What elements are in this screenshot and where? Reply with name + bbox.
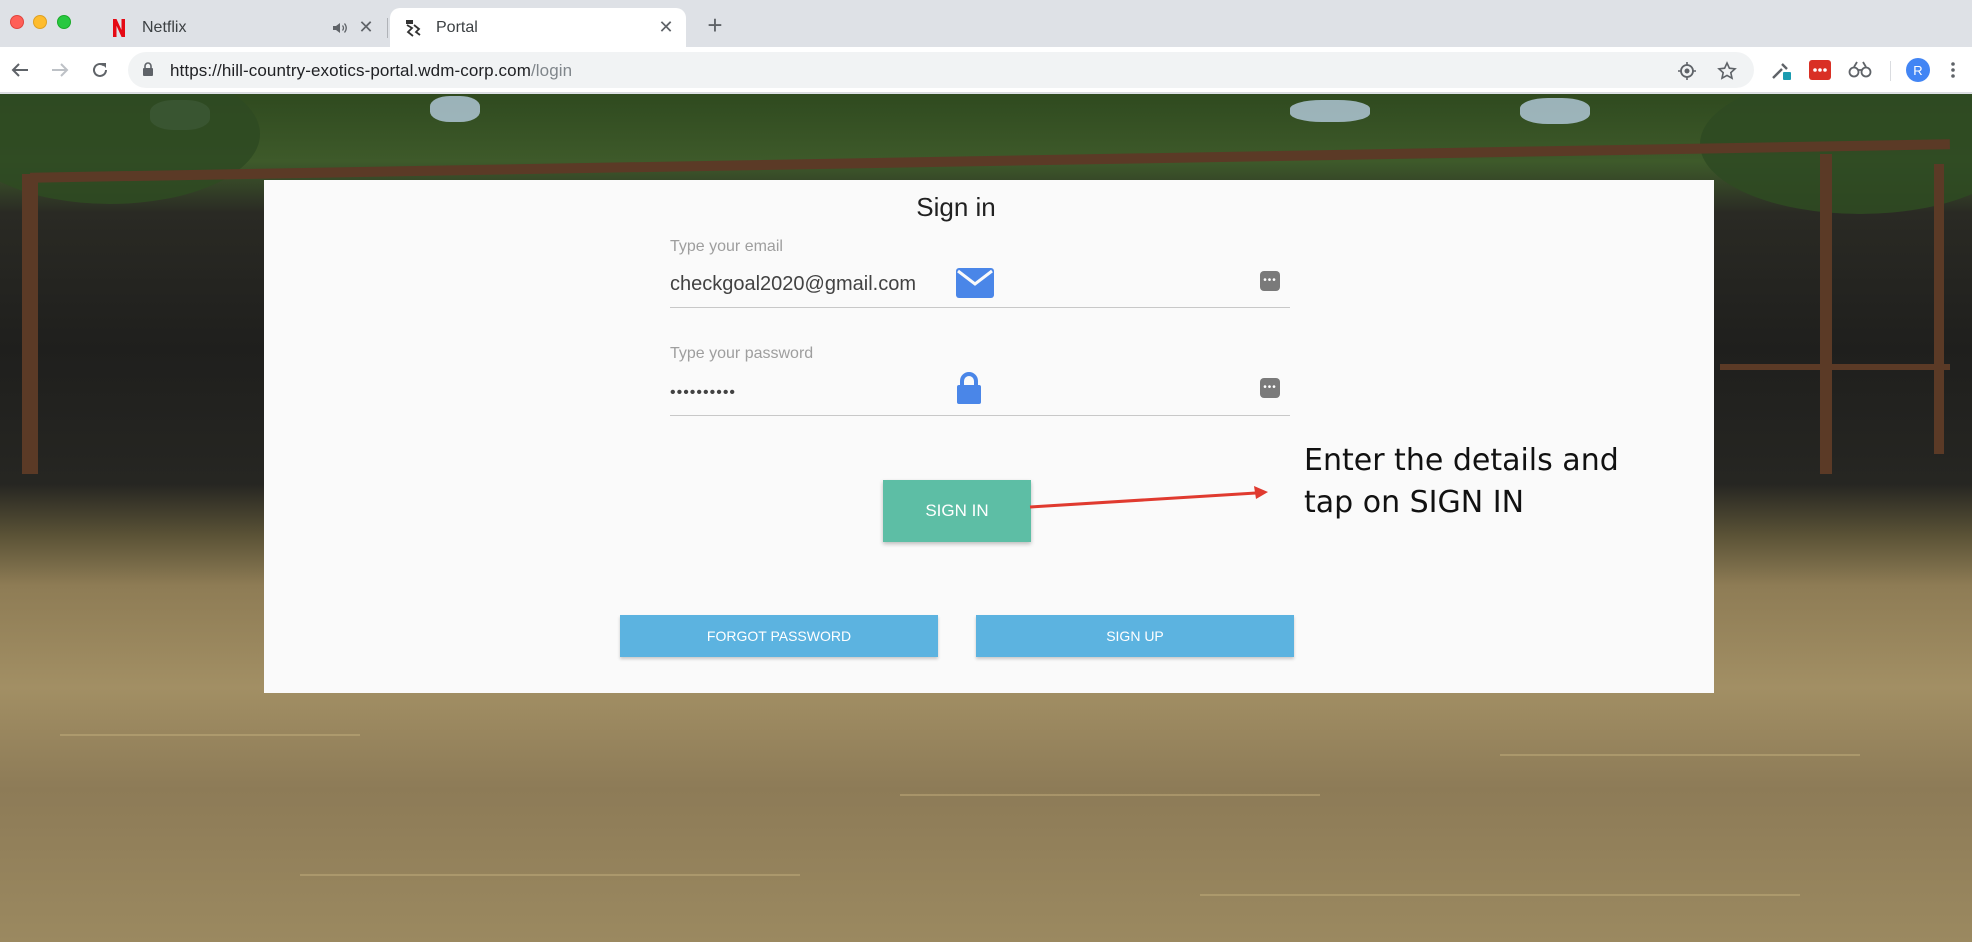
portal-logo-icon xyxy=(404,19,422,37)
close-tab-icon[interactable]: ✕ xyxy=(656,17,676,38)
speaker-icon[interactable] xyxy=(330,18,350,38)
annotation-line: Enter the details and xyxy=(1304,443,1619,478)
grass-texture xyxy=(60,734,360,736)
binoculars-extension-icon[interactable] xyxy=(1848,58,1872,82)
tab-strip: Netflix ✕ Portal ✕ + xyxy=(0,0,1972,47)
lock-icon xyxy=(956,372,982,404)
sky-patch xyxy=(430,96,480,122)
sign-in-button[interactable]: SIGN IN xyxy=(883,480,1031,542)
shelter-rail xyxy=(1720,364,1950,370)
netflix-n-icon xyxy=(110,18,128,37)
forgot-password-button[interactable]: FORGOT PASSWORD xyxy=(620,615,938,657)
shelter-post xyxy=(1820,154,1832,474)
annotation-text: Enter the details and tap on SIGN IN xyxy=(1304,440,1644,524)
tab-portal[interactable]: Portal ✕ xyxy=(390,8,686,47)
url-host: https://hill-country-exotics-portal.wdm-… xyxy=(170,61,531,80)
kebab-menu-icon[interactable] xyxy=(1946,58,1960,82)
back-arrow-icon[interactable] xyxy=(6,56,34,84)
tab-title: Portal xyxy=(436,18,478,36)
password-manager-extension-icon[interactable] xyxy=(1808,58,1832,82)
url-text: https://hill-country-exotics-portal.wdm-… xyxy=(170,61,572,81)
page-title: Sign in xyxy=(916,192,996,222)
sign-up-button[interactable]: SIGN UP xyxy=(976,615,1294,657)
grass-texture xyxy=(300,874,800,876)
toolbar-divider xyxy=(1890,61,1891,81)
reload-icon[interactable] xyxy=(86,56,114,84)
window-minimize-button[interactable] xyxy=(33,15,47,29)
shelter-post xyxy=(1934,164,1944,454)
address-bar[interactable]: https://hill-country-exotics-portal.wdm-… xyxy=(128,52,1754,88)
tree-foliage xyxy=(0,94,260,204)
grass-texture xyxy=(900,794,1320,796)
sky-patch xyxy=(1520,98,1590,124)
lock-icon[interactable] xyxy=(142,62,154,82)
url-path: /login xyxy=(530,61,573,80)
window-close-button[interactable] xyxy=(10,15,24,29)
close-tab-icon[interactable]: ✕ xyxy=(356,17,376,38)
sky-patch xyxy=(1290,100,1370,122)
new-tab-button[interactable]: + xyxy=(702,12,728,38)
envelope-icon xyxy=(956,268,994,298)
browser-toolbar: https://hill-country-exotics-portal.wdm-… xyxy=(0,47,1972,93)
password-manager-field-icon[interactable]: ••• xyxy=(1260,271,1280,291)
tab-divider xyxy=(387,18,388,38)
grass-texture xyxy=(1200,894,1800,896)
profile-avatar[interactable]: R xyxy=(1906,58,1930,82)
shelter-beam xyxy=(30,139,1950,183)
bookmark-star-icon[interactable] xyxy=(1716,60,1738,82)
login-card: Sign in Type your email ••• Type your pa… xyxy=(264,180,1714,693)
annotation-arrow xyxy=(1029,486,1268,509)
shelter-post xyxy=(22,174,38,474)
tree-foliage xyxy=(1700,94,1972,214)
dropper-extension-icon[interactable] xyxy=(1769,58,1793,82)
window-maximize-button[interactable] xyxy=(57,15,71,29)
annotation-line: tap on SIGN IN xyxy=(1304,485,1525,520)
grass-texture xyxy=(1500,754,1860,756)
password-manager-field-icon[interactable]: ••• xyxy=(1260,378,1280,398)
email-label: Type your email xyxy=(670,238,783,255)
tab-netflix[interactable]: Netflix ✕ xyxy=(96,8,386,47)
tab-title: Netflix xyxy=(142,18,187,36)
password-label: Type your password xyxy=(670,345,814,362)
location-target-icon[interactable] xyxy=(1676,60,1698,82)
forward-arrow-icon[interactable] xyxy=(46,56,74,84)
